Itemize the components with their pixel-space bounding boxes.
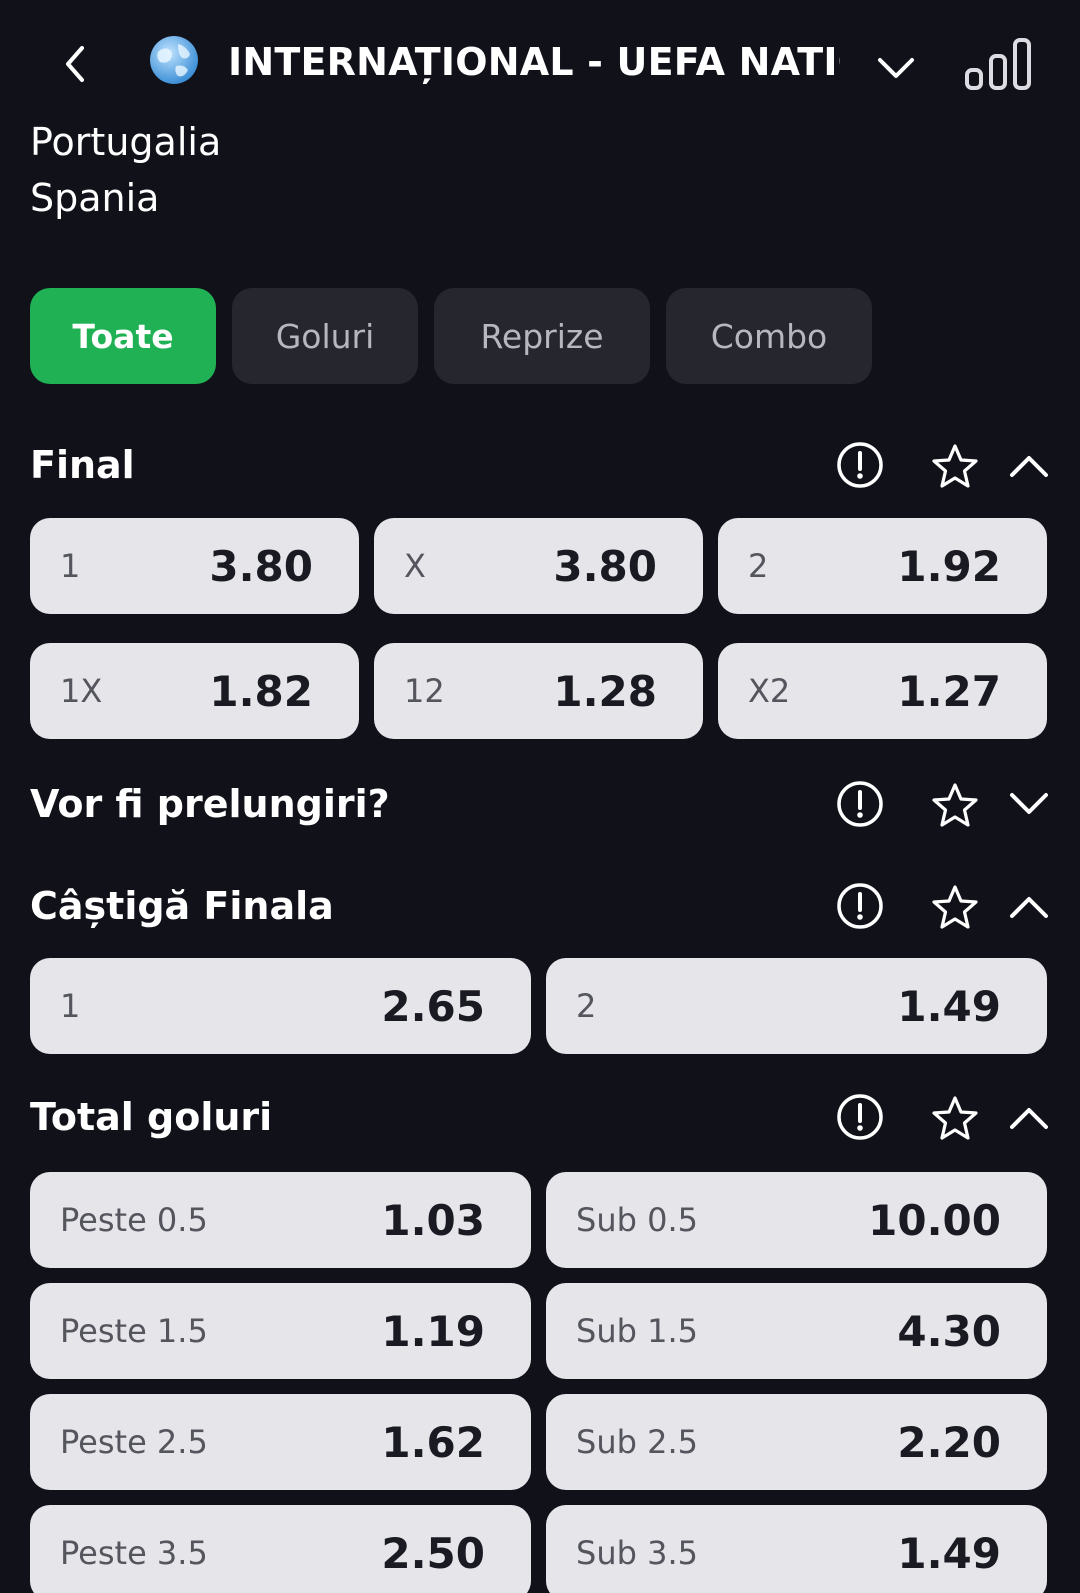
odds-button-win-1[interactable]: 1 2.65: [30, 958, 531, 1054]
odds-value: 10.00: [868, 1195, 1001, 1245]
competition-title[interactable]: INTERNAȚIONAL - UEFA NATIO...: [228, 40, 840, 84]
odds-value: 1.19: [381, 1306, 485, 1356]
odds-value: 1.82: [209, 666, 313, 716]
chevron-up-icon[interactable]: [1004, 883, 1054, 933]
odds-label: 1X: [60, 672, 103, 710]
odds-label: Peste 3.5: [60, 1534, 208, 1572]
odds-value: 2.65: [381, 981, 485, 1031]
info-icon[interactable]: [835, 881, 885, 931]
tab-goluri[interactable]: Goluri: [232, 288, 418, 384]
section-title-final[interactable]: Final: [30, 443, 135, 487]
odds-label: Sub 0.5: [576, 1201, 698, 1239]
odds-label: 2: [576, 987, 597, 1025]
odds-button-1[interactable]: 1 3.80: [30, 518, 359, 614]
odds-value: 2.20: [897, 1417, 1001, 1467]
odds-button-2[interactable]: 2 1.92: [718, 518, 1047, 614]
star-icon[interactable]: [930, 442, 980, 492]
odds-label: X: [404, 547, 426, 585]
odds-value: 2.50: [381, 1528, 485, 1578]
away-team-name: Spania: [30, 176, 160, 220]
star-icon[interactable]: [930, 781, 980, 831]
odds-label: Sub 3.5: [576, 1534, 698, 1572]
odds-button-over-3-5[interactable]: Peste 3.5 2.50: [30, 1505, 531, 1593]
odds-button-over-2-5[interactable]: Peste 2.5 1.62: [30, 1394, 531, 1490]
section-title-win-final[interactable]: Câștigă Finala: [30, 884, 334, 928]
odds-button-win-2[interactable]: 2 1.49: [546, 958, 1047, 1054]
odds-label: X2: [748, 672, 791, 710]
odds-value: 1.28: [553, 666, 657, 716]
section-title-extra-time[interactable]: Vor fi prelungiri?: [30, 782, 390, 826]
odds-value: 1.27: [897, 666, 1001, 716]
odds-button-x[interactable]: X 3.80: [374, 518, 703, 614]
odds-value: 1.49: [897, 1528, 1001, 1578]
odds-button-1x[interactable]: 1X 1.82: [30, 643, 359, 739]
back-icon[interactable]: [56, 44, 96, 84]
tab-reprize[interactable]: Reprize: [434, 288, 650, 384]
odds-label: 1: [60, 547, 81, 585]
home-team-name: Portugalia: [30, 120, 222, 164]
odds-label: Peste 2.5: [60, 1423, 208, 1461]
odds-label: Peste 0.5: [60, 1201, 208, 1239]
stats-bars-icon[interactable]: [964, 36, 1034, 92]
odds-button-12[interactable]: 12 1.28: [374, 643, 703, 739]
top-bar: INTERNAȚIONAL - UEFA NATIO...: [0, 30, 1080, 100]
section-title-total-goals[interactable]: Total goluri: [30, 1095, 272, 1139]
odds-button-over-1-5[interactable]: Peste 1.5 1.19: [30, 1283, 531, 1379]
tab-combo[interactable]: Combo: [666, 288, 872, 384]
globe-icon: [150, 36, 198, 84]
odds-button-under-2-5[interactable]: Sub 2.5 2.20: [546, 1394, 1047, 1490]
odds-button-x2[interactable]: X2 1.27: [718, 643, 1047, 739]
chevron-up-icon[interactable]: [1004, 442, 1054, 492]
odds-label: Peste 1.5: [60, 1312, 208, 1350]
odds-value: 1.03: [381, 1195, 485, 1245]
chevron-up-icon[interactable]: [1004, 1094, 1054, 1144]
info-icon[interactable]: [835, 779, 885, 829]
odds-label: Sub 1.5: [576, 1312, 698, 1350]
odds-button-under-3-5[interactable]: Sub 3.5 1.49: [546, 1505, 1047, 1593]
odds-label: 1: [60, 987, 81, 1025]
odds-label: Sub 2.5: [576, 1423, 698, 1461]
odds-value: 3.80: [553, 541, 657, 591]
chevron-down-icon[interactable]: [876, 48, 916, 88]
odds-button-over-0-5[interactable]: Peste 0.5 1.03: [30, 1172, 531, 1268]
match-page: INTERNAȚIONAL - UEFA NATIO... Portugalia…: [0, 0, 1080, 1593]
star-icon[interactable]: [930, 1094, 980, 1144]
info-icon[interactable]: [835, 1092, 885, 1142]
odds-value: 4.30: [897, 1306, 1001, 1356]
odds-label: 12: [404, 672, 445, 710]
odds-button-under-0-5[interactable]: Sub 0.5 10.00: [546, 1172, 1047, 1268]
odds-button-under-1-5[interactable]: Sub 1.5 4.30: [546, 1283, 1047, 1379]
odds-value: 3.80: [209, 541, 313, 591]
odds-value: 1.49: [897, 981, 1001, 1031]
odds-value: 1.62: [381, 1417, 485, 1467]
odds-value: 1.92: [897, 541, 1001, 591]
info-icon[interactable]: [835, 440, 885, 490]
tab-toate[interactable]: Toate: [30, 288, 216, 384]
chevron-down-icon[interactable]: [1004, 778, 1054, 828]
odds-label: 2: [748, 547, 769, 585]
star-icon[interactable]: [930, 883, 980, 933]
